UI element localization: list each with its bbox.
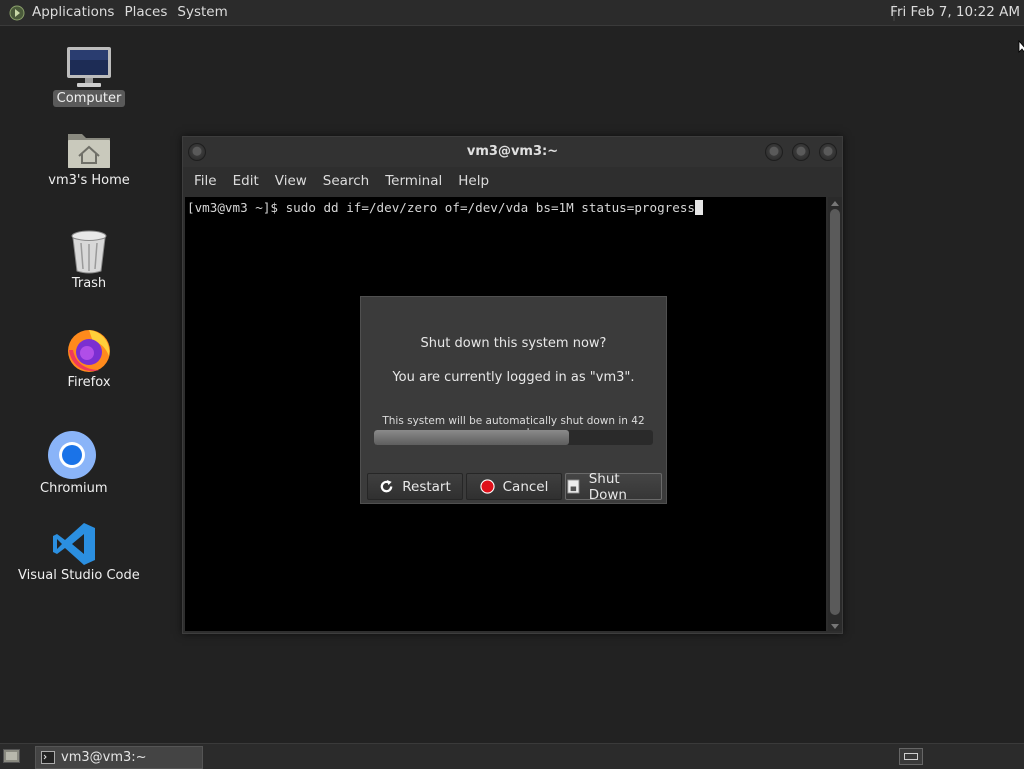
terminal-cursor [695, 200, 703, 215]
desktop-icon-trash[interactable]: Trash [58, 229, 120, 292]
shutdown-dialog: Shut down this system now? You are curre… [360, 296, 667, 504]
applications-logo-icon[interactable] [9, 5, 25, 21]
clock[interactable]: Fri Feb 7, 10:22 AM [890, 0, 1020, 25]
shutdown-button[interactable]: Shut Down [565, 470, 662, 503]
terminal-command: [vm3@vm3 ~]$ sudo dd if=/dev/zero of=/de… [187, 200, 695, 215]
menu-view[interactable]: View [267, 173, 315, 189]
computer-icon [67, 47, 111, 87]
close-button[interactable] [819, 143, 837, 161]
desktop-icon-chromium[interactable]: Chromium [36, 430, 108, 497]
mouse-pointer-icon [1018, 40, 1024, 53]
desktop-icon-home[interactable]: vm3's Home [40, 128, 138, 189]
scroll-down-arrow-icon[interactable] [831, 624, 839, 629]
countdown-progress-bar [374, 430, 653, 445]
dialog-button-row: Restart Cancel Shut Down [367, 470, 662, 503]
restart-button[interactable]: Restart [367, 473, 463, 500]
terminal-title: vm3@vm3:~ [466, 144, 559, 159]
minimize-button[interactable] [765, 143, 783, 161]
desktop-icon-label: Trash [71, 276, 107, 291]
maximize-button[interactable] [792, 143, 810, 161]
firefox-icon [68, 330, 110, 372]
taskbar-terminal-label: vm3@vm3:~ [61, 750, 147, 765]
restart-icon [380, 479, 393, 493]
show-desktop-icon[interactable] [3, 749, 20, 763]
scroll-up-arrow-icon[interactable] [831, 201, 839, 206]
desktop-icon-label: Computer [52, 90, 126, 107]
chromium-icon [48, 431, 96, 479]
bottom-panel: vm3@vm3:~ [0, 743, 1024, 769]
home-folder-icon [68, 134, 110, 168]
restart-label: Restart [402, 478, 451, 495]
vscode-icon [53, 523, 95, 565]
dialog-question: Shut down this system now? [420, 336, 607, 351]
terminal-scrollbar[interactable] [828, 197, 842, 631]
scroll-thumb[interactable] [830, 209, 840, 615]
menu-search[interactable]: Search [315, 173, 377, 189]
terminal-menubar: File Edit View Search Terminal Help [183, 167, 842, 195]
system-menu[interactable]: System [172, 0, 232, 25]
cancel-label: Cancel [502, 478, 549, 495]
terminal-line: [vm3@vm3 ~]$ sudo dd if=/dev/zero of=/de… [187, 200, 703, 215]
top-panel: Applications Places System Fri Feb 7, 10… [0, 0, 1024, 26]
countdown-progress-fill [374, 430, 570, 445]
workspace-switcher[interactable] [899, 748, 923, 765]
applications-menu[interactable]: Applications [27, 0, 119, 25]
desktop-icon-computer[interactable]: Computer [46, 46, 132, 107]
desktop-icon-label: vm3's Home [48, 173, 130, 188]
menu-file[interactable]: File [186, 173, 225, 189]
menu-terminal[interactable]: Terminal [377, 173, 450, 189]
desktop-icon-firefox[interactable]: Firefox [58, 326, 120, 391]
terminal-icon [41, 751, 55, 764]
desktop-icon-vscode[interactable]: Visual Studio Code [14, 521, 140, 584]
menu-edit[interactable]: Edit [225, 173, 267, 189]
cancel-icon [480, 479, 495, 494]
places-menu[interactable]: Places [119, 0, 172, 25]
shutdown-icon [567, 479, 580, 494]
desktop-icon-label: Firefox [67, 375, 111, 390]
terminal-titlebar[interactable]: vm3@vm3:~ [183, 137, 842, 167]
desktop-icon-label: Chromium [40, 481, 108, 496]
dialog-logged-in-text: You are currently logged in as "vm3". [392, 370, 635, 385]
trash-icon [71, 230, 107, 274]
workspace-window-icon [904, 753, 918, 760]
desktop-icon-label: Visual Studio Code [18, 568, 140, 583]
menu-help[interactable]: Help [450, 173, 497, 189]
cancel-button[interactable]: Cancel [466, 473, 562, 500]
shutdown-label: Shut Down [588, 470, 627, 503]
taskbar-terminal-button[interactable]: vm3@vm3:~ [35, 746, 203, 769]
